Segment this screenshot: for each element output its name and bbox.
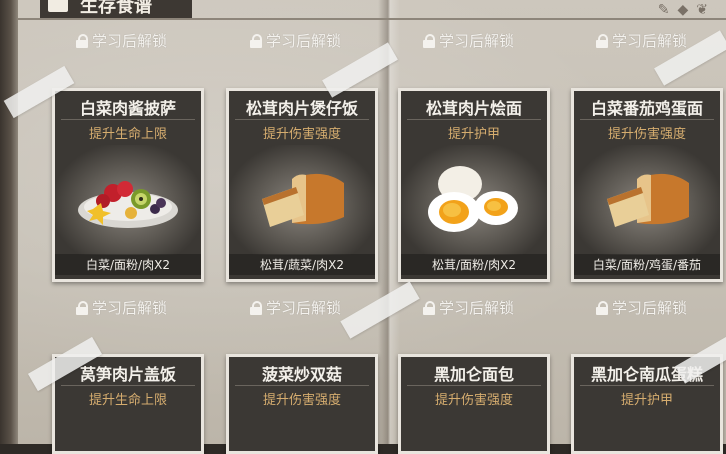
locked-label: 学习后解锁 [76, 30, 167, 51]
recipe-ingredients: 松茸/蔬菜/肉X2 [229, 254, 375, 275]
recipe-card[interactable]: 白菜肉酱披萨 提升生命上限 白菜/面粉/肉X2 [52, 88, 204, 282]
locked-label: 学习后解锁 [596, 297, 687, 318]
recipe-ingredients: 白菜/面粉/鸡蛋/番茄 [574, 254, 720, 275]
dish-display [229, 145, 375, 255]
carrot-icon[interactable]: ◆ [677, 2, 696, 18]
divider [61, 385, 195, 386]
recipe-book-page: 生存食谱 ✎◆❦ 学习后解锁 学习后解锁 学习后解锁 学习后解锁 白菜肉酱披萨 … [0, 0, 726, 454]
lock-icon [250, 33, 262, 48]
recipe-effect: 提升护甲 [620, 393, 673, 408]
recipe-card[interactable]: 松茸肉片煲仔饭 提升伤害强度 松茸/蔬菜/肉X2 [226, 88, 378, 282]
lock-icon [423, 300, 435, 315]
recipe-effect: 提升生命上限 [88, 393, 167, 408]
recipe-card[interactable]: 白菜番茄鸡蛋面 提升伤害强度 白菜/面粉/鸡蛋/番茄 [571, 88, 723, 282]
dish-display [55, 145, 201, 255]
recipe-name: 菠菜炒双菇 [261, 365, 342, 384]
lock-icon [423, 33, 435, 48]
locked-label: 学习后解锁 [250, 30, 341, 51]
recipe-name: 松茸肉片煲仔饭 [245, 99, 358, 118]
recipe-effect: 提升护甲 [447, 127, 500, 142]
divider [235, 385, 369, 386]
locked-label: 学习后解锁 [76, 297, 167, 318]
divider [407, 119, 541, 120]
recipe-effect: 提升伤害强度 [434, 393, 513, 408]
page-title: 生存食谱 [80, 0, 152, 17]
toolbar-icons: ✎◆❦ [658, 2, 716, 18]
recipe-card[interactable]: 松茸肉片烩面 提升护甲 松茸/面粉/肉X2 [398, 88, 550, 282]
recipe-name: 白菜肉酱披萨 [79, 99, 176, 118]
leaf-icon[interactable]: ❦ [696, 2, 716, 18]
lock-icon [596, 33, 608, 48]
lock-icon [250, 300, 262, 315]
recipe-effect: 提升伤害强度 [262, 393, 341, 408]
divider [580, 385, 714, 386]
book-cover-edge [0, 0, 18, 444]
locked-label: 学习后解锁 [423, 297, 514, 318]
recipe-name: 白菜番茄鸡蛋面 [590, 99, 703, 118]
divider [235, 119, 369, 120]
divider [61, 119, 195, 120]
recipe-card[interactable]: 菠菜炒双菇 提升伤害强度 [226, 354, 378, 454]
recipe-effect: 提升伤害强度 [607, 127, 686, 142]
lock-icon [76, 33, 88, 48]
book-icon [48, 0, 68, 12]
divider [407, 385, 541, 386]
recipe-card[interactable]: 黑加仑面包 提升伤害强度 [398, 354, 550, 454]
dish-display [574, 145, 720, 255]
recipe-name: 松茸肉片烩面 [425, 99, 522, 118]
locked-label: 学习后解锁 [423, 30, 514, 51]
recipe-ingredients: 松茸/面粉/肉X2 [401, 254, 547, 275]
page-title-tab: 生存食谱 [40, 0, 192, 18]
dish-display [401, 145, 547, 255]
fruit-plate-icon [78, 181, 178, 228]
recipe-effect: 提升伤害强度 [262, 127, 341, 142]
lock-icon [76, 300, 88, 315]
locked-label: 学习后解锁 [596, 30, 687, 51]
boiled-egg-icon [428, 166, 518, 232]
spoon-icon[interactable]: ✎ [658, 2, 678, 18]
locked-label: 学习后解锁 [250, 297, 341, 318]
bread-icon [607, 173, 689, 227]
recipe-ingredients: 白菜/面粉/肉X2 [55, 254, 201, 275]
bread-icon [262, 173, 344, 227]
recipe-effect: 提升生命上限 [88, 127, 167, 142]
divider [580, 119, 714, 120]
recipe-name: 黑加仑面包 [433, 365, 514, 384]
lock-icon [596, 300, 608, 315]
top-rule [18, 18, 726, 20]
